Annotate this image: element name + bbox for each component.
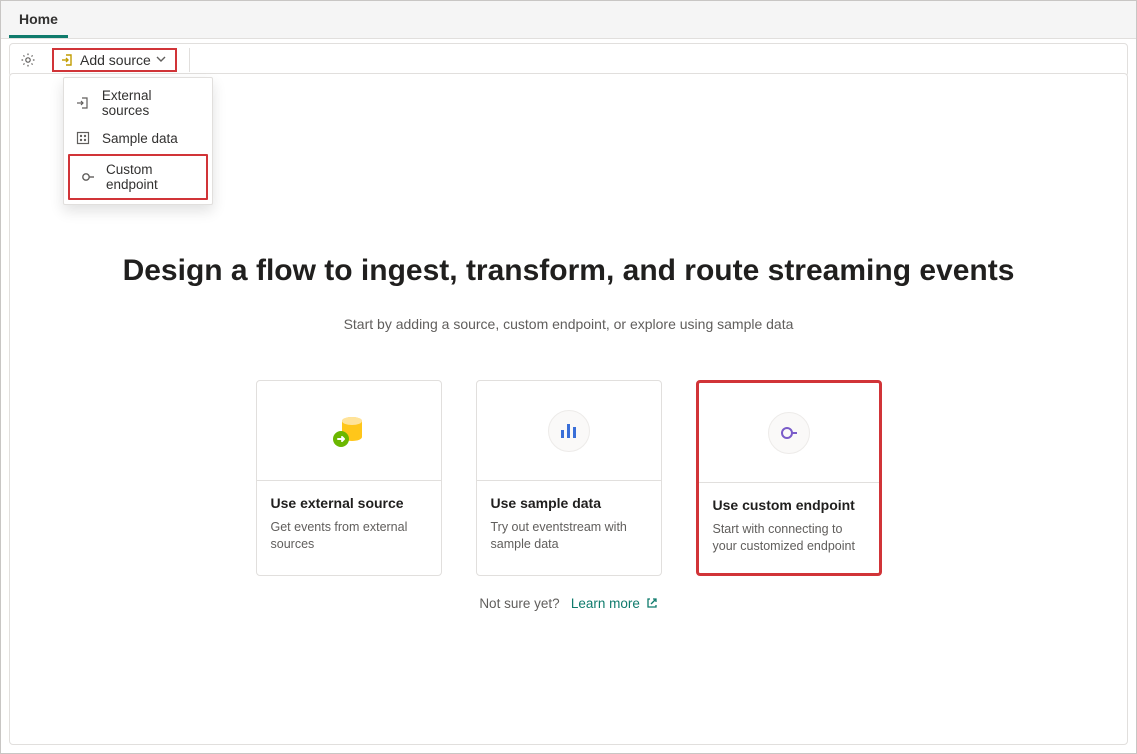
dropdown-item-external-sources[interactable]: External sources bbox=[64, 82, 212, 124]
endpoint-icon bbox=[778, 422, 800, 444]
card-use-external-source[interactable]: Use external source Get events from exte… bbox=[256, 380, 442, 576]
card-title: Use external source bbox=[271, 495, 427, 511]
external-sources-icon bbox=[74, 95, 92, 111]
tab-bar: Home bbox=[1, 1, 1136, 39]
learn-more-row: Not sure yet? Learn more bbox=[10, 596, 1127, 611]
dropdown-item-custom-endpoint[interactable]: Custom endpoint bbox=[68, 154, 208, 200]
toolbar-divider bbox=[189, 48, 190, 72]
bar-chart-icon bbox=[559, 422, 579, 440]
chevron-down-icon bbox=[155, 52, 167, 68]
add-source-icon bbox=[60, 52, 76, 68]
page-title: Design a flow to ingest, transform, and … bbox=[10, 254, 1127, 288]
toolbar: Add source bbox=[9, 43, 1128, 77]
page-subtitle: Start by adding a source, custom endpoin… bbox=[10, 316, 1127, 332]
settings-button[interactable] bbox=[16, 48, 40, 72]
sample-data-icon bbox=[74, 130, 92, 146]
add-source-button[interactable]: Add source bbox=[52, 48, 177, 72]
dropdown-item-label: Custom endpoint bbox=[106, 162, 196, 192]
add-source-label: Add source bbox=[80, 52, 151, 68]
card-title: Use custom endpoint bbox=[713, 497, 865, 513]
tab-home[interactable]: Home bbox=[9, 5, 68, 38]
card-icon-area bbox=[477, 381, 661, 481]
gear-icon bbox=[20, 52, 36, 68]
dropdown-item-label: External sources bbox=[102, 88, 202, 118]
card-description: Try out eventstream with sample data bbox=[491, 519, 647, 553]
card-icon-area bbox=[699, 383, 879, 483]
database-arrow-icon bbox=[325, 407, 373, 455]
card-use-custom-endpoint[interactable]: Use custom endpoint Start with connectin… bbox=[696, 380, 882, 576]
dropdown-item-label: Sample data bbox=[102, 131, 178, 146]
option-cards: Use external source Get events from exte… bbox=[10, 380, 1127, 576]
card-description: Start with connecting to your customized… bbox=[713, 521, 865, 555]
card-icon-area bbox=[257, 381, 441, 481]
add-source-dropdown: External sources Sample data Custom endp… bbox=[63, 77, 213, 205]
custom-endpoint-icon bbox=[80, 169, 96, 185]
card-description: Get events from external sources bbox=[271, 519, 427, 553]
not-sure-text: Not sure yet? bbox=[479, 596, 559, 611]
card-title: Use sample data bbox=[491, 495, 647, 511]
dropdown-item-sample-data[interactable]: Sample data bbox=[64, 124, 212, 152]
learn-more-link[interactable]: Learn more bbox=[571, 596, 658, 611]
card-use-sample-data[interactable]: Use sample data Try out eventstream with… bbox=[476, 380, 662, 576]
external-link-icon bbox=[646, 597, 658, 609]
